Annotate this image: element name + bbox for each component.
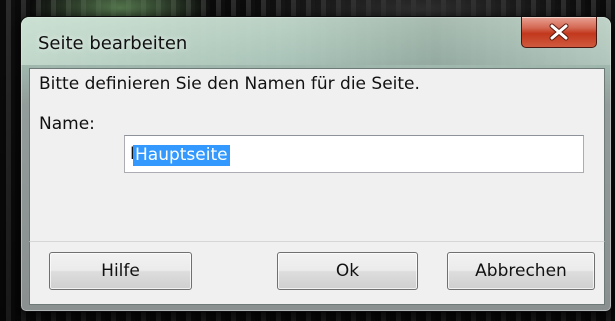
close-icon: [549, 23, 569, 41]
window-title: Seite bearbeiten: [38, 33, 188, 54]
name-label: Name:: [39, 114, 95, 134]
cancel-button[interactable]: Abbrechen: [447, 252, 595, 290]
ok-button[interactable]: Ok: [277, 252, 418, 290]
selected-text: Hauptseite: [133, 145, 230, 166]
prompt-text: Bitte definieren Sie den Namen für die S…: [39, 74, 420, 94]
help-button[interactable]: Hilfe: [49, 252, 192, 290]
close-button[interactable]: [521, 17, 597, 48]
dialog-window: Seite bearbeiten Bitte definieren Sie de…: [20, 16, 612, 312]
